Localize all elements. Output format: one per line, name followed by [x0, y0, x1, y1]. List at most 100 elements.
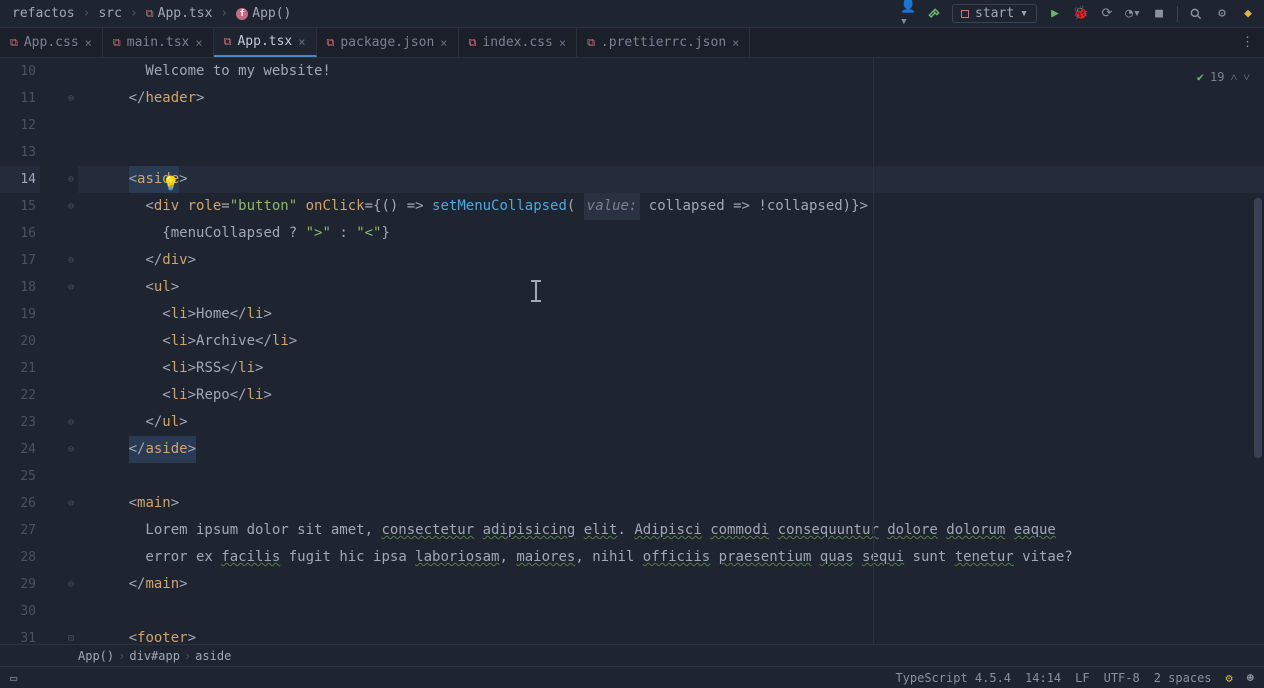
tab-label: index.css [482, 35, 552, 50]
code-line[interactable]: <li>Home</li> [78, 301, 1264, 328]
tab-main-tsx[interactable]: ⧉ main.tsx × [103, 28, 214, 57]
tab-label: package.json [340, 35, 434, 50]
code-line[interactable]: </ul> [78, 409, 1264, 436]
chevron-down-icon: ▾ [1020, 6, 1028, 21]
function-icon: f [236, 8, 248, 20]
bc-app[interactable]: App() [78, 649, 114, 663]
crumb-sep: › [184, 649, 191, 663]
tab-app-css[interactable]: ⧉ App.css × [0, 28, 103, 57]
code-line[interactable] [78, 139, 1264, 166]
crumb-symbol[interactable]: f App() [232, 4, 295, 23]
tab-label: .prettierrc.json [601, 35, 726, 50]
inspection-widget[interactable]: ✔ 19 ˄ ˅ [1197, 64, 1250, 91]
intention-bulb-icon[interactable]: 💡 [162, 171, 176, 198]
code-line[interactable]: </div> [78, 247, 1264, 274]
tool-window-icon[interactable]: ▭ [10, 671, 17, 685]
code-line[interactable]: Lorem ipsum dolor sit amet, consectetur … [78, 517, 1264, 544]
code-line[interactable]: <ul> [78, 274, 1264, 301]
editor[interactable]: 1011121314151617181920212223242526272829… [0, 58, 1264, 644]
debug-bug-icon[interactable]: 🐞 [1073, 6, 1089, 22]
code-line[interactable]: <footer> [78, 625, 1264, 644]
close-icon[interactable]: × [440, 36, 447, 50]
topbar: refactos › src › ⧉App.tsx › fApp() 👤▾ st… [0, 0, 1264, 28]
status-notify-icon[interactable]: ⚙ [1226, 671, 1233, 685]
shield-icon[interactable]: ◆ [1240, 6, 1256, 22]
close-icon[interactable]: × [732, 36, 739, 50]
ts-file-icon: ⧉ [113, 36, 121, 50]
crumb-sep: › [118, 649, 125, 663]
status-pos[interactable]: 14:14 [1025, 671, 1061, 685]
stop-icon[interactable]: ■ [1151, 6, 1167, 22]
code-line[interactable] [78, 598, 1264, 625]
tab-overflow-menu[interactable]: ⋮ [1231, 28, 1264, 57]
code-line[interactable]: <li>Repo</li> [78, 382, 1264, 409]
next-highlight-icon[interactable]: ˅ [1243, 64, 1250, 91]
vertical-scrollbar[interactable] [1254, 198, 1262, 458]
status-encoding[interactable]: UTF-8 [1104, 671, 1140, 685]
code-line[interactable]: <main> [78, 490, 1264, 517]
tab-label: main.tsx [127, 35, 190, 50]
status-lang[interactable]: TypeScript 4.5.4 [895, 671, 1011, 685]
code-line[interactable] [78, 112, 1264, 139]
status-eol[interactable]: LF [1075, 671, 1089, 685]
crumb-sep: › [83, 6, 91, 21]
code-line[interactable]: <div role="button" onClick={() => setMen… [78, 193, 1264, 220]
crumb-folder[interactable]: src [94, 4, 125, 23]
run-config-label: start [975, 6, 1014, 21]
crumb-file-label: App.tsx [158, 6, 213, 21]
code-line[interactable]: </main> [78, 571, 1264, 598]
crumb-sep: › [130, 6, 138, 21]
tab-prettierrc[interactable]: ⧉ .prettierrc.json × [577, 28, 750, 57]
editor-tabs: ⧉ App.css × ⧉ main.tsx × ⧉ App.tsx × ⧉ package.… [0, 28, 1264, 58]
ts-file-icon: ⧉ [146, 7, 154, 21]
tab-label: App.css [24, 35, 79, 50]
ts-file-icon: ⧉ [224, 35, 232, 49]
code-line[interactable] [78, 463, 1264, 490]
fold-gutter[interactable]: ⊖⊖⊖⊖⊖⊖⊖⊖⊖⊟ [56, 58, 78, 644]
close-icon[interactable]: × [195, 36, 202, 50]
line-gutter: 1011121314151617181920212223242526272829… [0, 58, 56, 644]
tab-app-tsx[interactable]: ⧉ App.tsx × [214, 28, 317, 57]
topbar-actions: 👤▾ start ▾ ▶ 🐞 ⟳ ◔▾ ■ ⚙ ◆ [900, 4, 1256, 23]
tab-index-css[interactable]: ⧉ index.css × [459, 28, 578, 57]
tab-package-json[interactable]: ⧉package.json× [317, 28, 459, 57]
coverage-icon[interactable]: ⟳ [1099, 6, 1115, 22]
code-area[interactable]: ✔ 19 ˄ ˅ 💡 Welcome to my website! </head… [78, 58, 1264, 644]
hints-count: 19 [1210, 64, 1224, 91]
code-line[interactable]: </aside> [78, 436, 1264, 463]
css-file-icon: ⧉ [469, 36, 477, 50]
bc-div[interactable]: div#app [129, 649, 180, 663]
code-line[interactable]: error ex facilis fugit hic ipsa laborios… [78, 544, 1264, 571]
code-line[interactable]: </header> [78, 85, 1264, 112]
bc-aside[interactable]: aside [195, 649, 231, 663]
code-line[interactable]: Welcome to my website! [78, 58, 1264, 85]
user-icon[interactable]: 👤▾ [900, 6, 916, 22]
close-icon[interactable]: × [559, 36, 566, 50]
close-icon[interactable]: × [298, 35, 305, 49]
run-config-selector[interactable]: start ▾ [952, 4, 1037, 23]
status-bar: ▭ TypeScript 4.5.4 14:14 LF UTF-8 2 spac… [0, 666, 1264, 688]
status-indent[interactable]: 2 spaces [1154, 671, 1212, 685]
code-line[interactable]: <li>RSS</li> [78, 355, 1264, 382]
profile-icon[interactable]: ◔▾ [1125, 6, 1141, 22]
code-line[interactable]: <li>Archive</li> [78, 328, 1264, 355]
run-square-icon [961, 10, 969, 18]
run-play-icon[interactable]: ▶ [1047, 6, 1063, 22]
close-icon[interactable]: × [85, 36, 92, 50]
ok-check-icon: ✔ [1197, 64, 1204, 91]
build-hammer-icon[interactable] [926, 6, 942, 22]
wrap-guide [873, 58, 874, 644]
code-line[interactable]: {menuCollapsed ? ">" : "<"} [78, 220, 1264, 247]
status-feedback-icon[interactable]: ☻ [1247, 671, 1254, 685]
settings-gear-icon[interactable]: ⚙ [1214, 6, 1230, 22]
tab-label: App.tsx [237, 34, 292, 49]
code-line[interactable]: <aside> [78, 166, 1264, 193]
css-file-icon: ⧉ [10, 36, 18, 50]
crumb-symbol-label: App() [252, 6, 291, 21]
crumb-project[interactable]: refactos [8, 4, 79, 23]
search-icon[interactable] [1188, 6, 1204, 22]
json-file-icon: ⧉ [587, 36, 595, 50]
structure-breadcrumbs: App() › div#app › aside [0, 644, 1264, 666]
crumb-file[interactable]: ⧉ App.tsx [142, 4, 217, 23]
prev-highlight-icon[interactable]: ˄ [1230, 64, 1237, 91]
